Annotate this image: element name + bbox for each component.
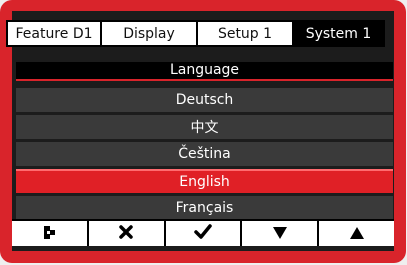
confirm-icon [194,223,212,245]
down-button[interactable] [242,221,320,246]
tab-feature-d1[interactable]: Feature D1 [6,20,102,47]
tab-label: Display [123,25,175,42]
list-item-chinese[interactable]: 中文 [16,115,393,139]
up-arrow-icon [349,223,365,245]
bottom-toolbar [12,221,394,246]
title-underline [16,79,393,81]
up-button[interactable] [319,221,394,246]
list-item-english[interactable]: English [16,169,393,193]
exit-icon [42,223,57,245]
language-list: Deutsch 中文 Čeština English Français [16,88,393,223]
exit-button[interactable] [12,221,89,246]
down-arrow-icon [272,223,288,245]
list-item-cestina[interactable]: Čeština [16,142,393,166]
tab-label: Feature D1 [15,25,93,42]
list-item-francais[interactable]: Français [16,196,393,220]
confirm-button[interactable] [166,221,243,246]
cancel-button[interactable] [89,221,166,246]
menu-title: Language [16,62,393,80]
tab-setup-1[interactable]: Setup 1 [198,20,294,47]
tab-system-1[interactable]: System 1 [294,20,385,47]
tab-label: Setup 1 [217,25,273,42]
tab-label: System 1 [305,25,372,42]
cancel-icon [118,223,134,245]
tab-display[interactable]: Display [102,20,198,47]
tab-bar: Feature D1 Display Setup 1 System 1 [6,20,385,47]
list-item-deutsch[interactable]: Deutsch [16,88,393,112]
